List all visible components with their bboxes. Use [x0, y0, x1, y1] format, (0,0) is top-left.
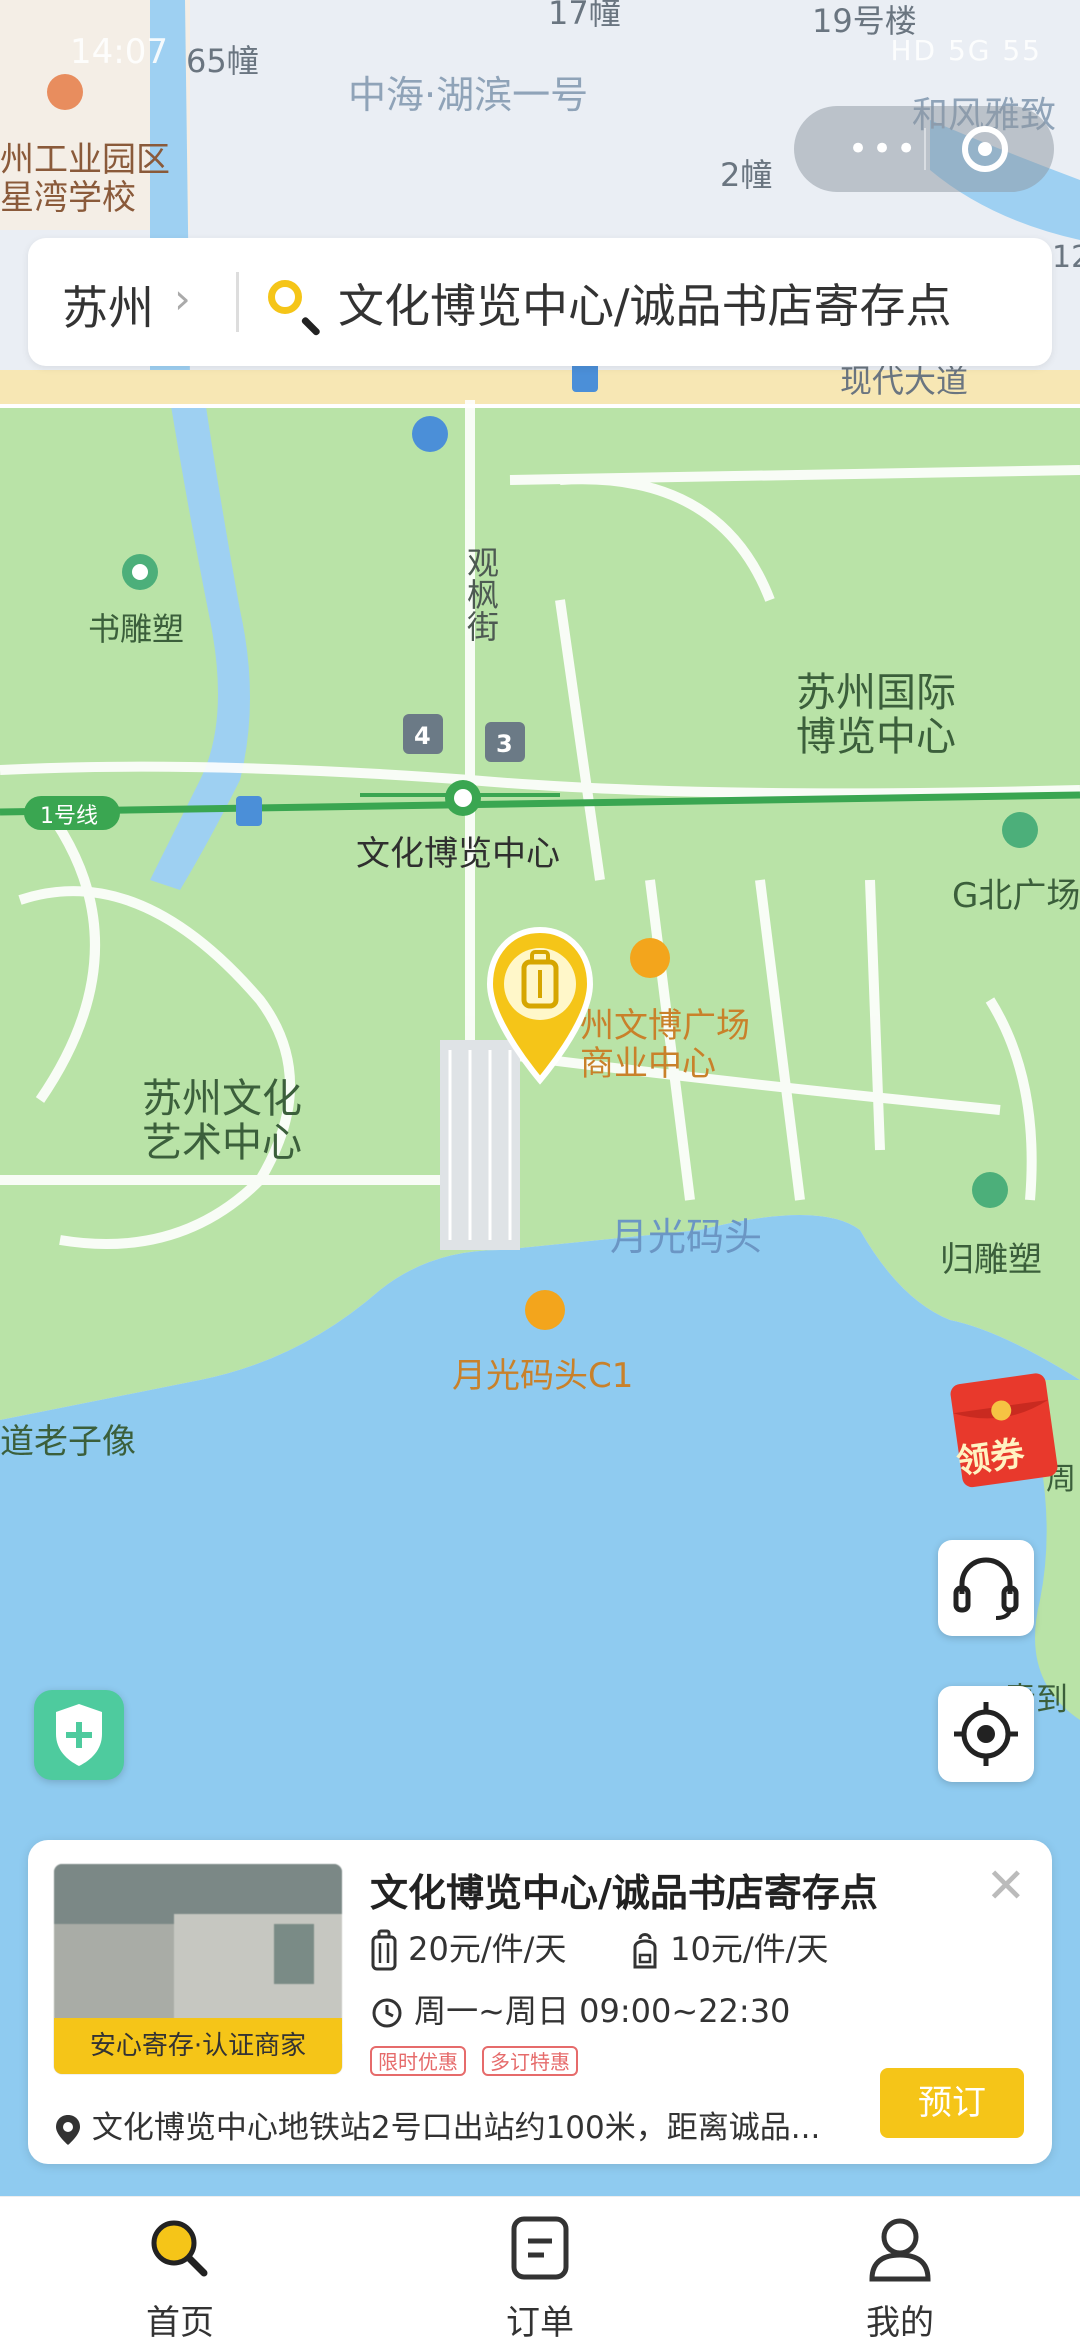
map-label-guichou: 归雕塑 — [940, 1240, 1042, 1280]
search-bar[interactable]: 苏州 › 文化博览中心/诚品书店寄存点 — [28, 238, 1052, 366]
profile-icon — [869, 2218, 931, 2282]
locate-me-button[interactable] — [938, 1686, 1034, 1782]
map-label-g-north: G北广场 — [952, 876, 1080, 916]
tab-home-label: 首页 — [146, 2303, 214, 2340]
search-icon — [151, 2220, 208, 2277]
city-selector[interactable]: 苏州 — [62, 272, 154, 338]
price-large-luggage: 20元/件/天 — [370, 1924, 566, 1973]
promo-tag-limited: 限时优惠 — [370, 2046, 466, 2076]
status-bar: 14:07 HD 5G 55 — [0, 24, 1080, 84]
metro-exit-3-badge: 3 — [496, 730, 513, 758]
map-label-guanfeng-st: 观枫街 — [462, 546, 500, 642]
capsule-divider — [924, 128, 926, 170]
map-label-building-2: 2幢 — [720, 156, 773, 194]
close-icon[interactable]: ✕ — [986, 1862, 1026, 1910]
luggage-pin-icon — [486, 926, 594, 1085]
store-address: 文化博览中心地铁站2号口出站约100米，距离诚品... — [54, 2102, 820, 2147]
tab-orders-label: 订单 — [506, 2303, 574, 2340]
more-menu-icon[interactable]: ••• — [848, 129, 920, 169]
metro-line-badge: 1号线 — [40, 804, 98, 829]
search-icon — [268, 280, 302, 314]
chevron-right-icon: › — [174, 274, 191, 323]
map-label-building-12: 12号 — [1052, 240, 1080, 275]
tab-profile-label: 我的 — [866, 2303, 934, 2340]
store-info-card[interactable]: 安心寄存·认证商家 文化博览中心/诚品书店寄存点 ✕ 20元/件/天 10元/件… — [28, 1840, 1052, 2164]
miniprogram-capsule: ••• — [794, 106, 1054, 192]
search-divider — [236, 272, 239, 332]
backpack-icon — [633, 1933, 657, 1969]
opening-hours: 周一~周日 09:00~22:30 — [370, 1986, 790, 2032]
coupon-label: 领券 — [954, 1433, 1027, 1483]
opening-hours-text: 周一~周日 09:00~22:30 — [414, 1992, 791, 2030]
map-label-laozi: 道老子像 — [0, 1422, 136, 1462]
map-label-school-2: 星湾学校 — [0, 178, 136, 218]
crosshair-icon — [954, 1702, 1018, 1766]
store-address-text: 文化博览中心地铁站2号口出站约100米，距离诚品... — [91, 2110, 821, 2146]
status-indicators: HD 5G 55 — [890, 34, 1042, 67]
map-label-metro-station: 文化博览中心 — [356, 834, 560, 874]
bottom-tab-bar: 首页 订单 我的 — [0, 2196, 1080, 2340]
store-title: 文化博览中心/诚品书店寄存点 — [370, 1871, 878, 1915]
customer-service-button[interactable] — [938, 1540, 1034, 1636]
close-miniprogram-icon[interactable] — [962, 126, 1008, 172]
price-small-luggage: 10元/件/天 — [630, 1924, 828, 1971]
certified-merchant-badge: 安心寄存·认证商家 — [54, 2018, 342, 2074]
location-pin-icon — [56, 2114, 80, 2145]
book-button[interactable]: 预订 — [880, 2068, 1024, 2138]
promo-tag-multi: 多订特惠 — [482, 2046, 578, 2076]
map-label-expo-2: 博览中心 — [796, 714, 956, 760]
map-label-pier-c1: 月光码头C1 — [452, 1356, 634, 1396]
tab-profile[interactable]: 我的 — [800, 2197, 1000, 2340]
order-icon — [511, 2216, 569, 2280]
tab-orders[interactable]: 订单 — [440, 2197, 640, 2340]
status-time: 14:07 — [70, 32, 168, 72]
luggage-location-pin[interactable] — [484, 926, 596, 1086]
safety-button[interactable] — [34, 1690, 124, 1780]
map-label-moonlight-pier: 月光码头 — [610, 1215, 763, 1259]
headset-icon — [953, 1557, 1019, 1620]
map-label-wenbo-2: 商业中心 — [580, 1044, 716, 1084]
clock-icon — [372, 1998, 402, 2028]
app-screen: 17幢 19号楼 65幢 中海·湖滨一号 和风雅致 州工业园区 星湾学校 2幢 … — [0, 0, 1080, 2340]
metro-exit-4-badge: 4 — [414, 722, 431, 750]
price-small-text: 10元/件/天 — [670, 1930, 829, 1968]
price-large-text: 20元/件/天 — [408, 1930, 567, 1968]
coupon-red-envelope[interactable]: 领券 — [946, 1370, 1066, 1490]
map-label-sculpture: 书雕塑 — [88, 610, 185, 648]
tab-home[interactable]: 首页 — [80, 2197, 280, 2340]
suitcase-icon — [371, 1929, 397, 1971]
shield-icon — [56, 1704, 102, 1766]
search-input[interactable]: 文化博览中心/诚品书店寄存点 — [338, 270, 952, 336]
map-label-arts-2: 艺术中心 — [142, 1120, 302, 1166]
